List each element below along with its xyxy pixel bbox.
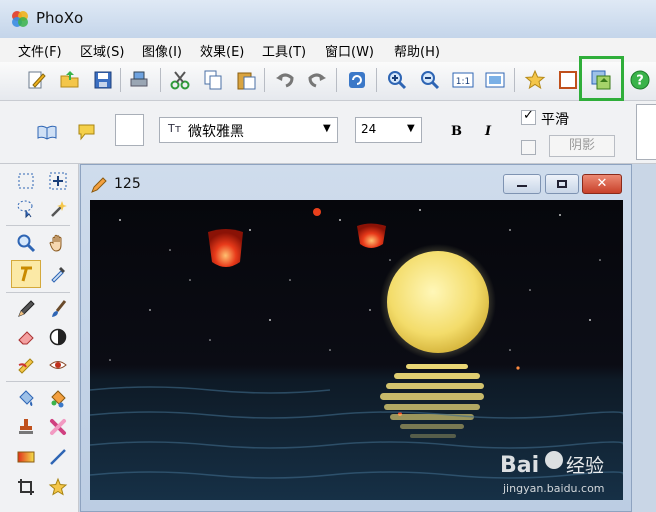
lasso-icon[interactable]	[13, 196, 39, 222]
scan-icon[interactable]	[125, 66, 153, 94]
italic-button[interactable]: I	[485, 124, 491, 139]
open-icon[interactable]	[56, 66, 84, 94]
minimize-button[interactable]	[503, 174, 541, 194]
contrast-icon[interactable]	[45, 324, 71, 350]
tool-separator	[6, 292, 70, 293]
highlight-box	[579, 56, 624, 101]
fit-window-icon[interactable]	[481, 66, 509, 94]
restore-button[interactable]	[545, 174, 579, 194]
main-toolbar: 1:1 ?	[0, 62, 656, 101]
image-canvas[interactable]: Bai 经验 jingyan.baidu.com	[90, 200, 623, 500]
font-select[interactable]: Tт 微软雅黑 ▼	[159, 117, 338, 143]
close-button[interactable]: ✕	[582, 174, 622, 194]
eraser-icon[interactable]	[13, 324, 39, 350]
pencil-doc-icon	[90, 176, 108, 194]
speech-bubble-icon[interactable]	[76, 123, 98, 141]
crop-icon[interactable]	[13, 474, 39, 500]
toolbar-separator	[120, 68, 121, 92]
tool-separator	[6, 225, 70, 226]
moon	[387, 251, 489, 353]
smooth-checkbox[interactable]: ✓	[521, 108, 536, 125]
menu-effect[interactable]: 效果(E)	[200, 41, 244, 60]
moon-lantern-image: Bai 经验 jingyan.baidu.com	[90, 200, 623, 500]
font-name: 微软雅黑	[188, 124, 244, 140]
rect-select-icon[interactable]	[13, 168, 39, 194]
toolbar-separator	[264, 68, 265, 92]
hand-icon[interactable]	[45, 230, 71, 256]
font-size-value: 24	[361, 122, 377, 136]
zoom-tool-icon[interactable]	[13, 230, 39, 256]
smudge-icon[interactable]	[13, 352, 39, 378]
eyedropper-icon[interactable]	[45, 260, 71, 286]
restore-icon	[557, 180, 567, 188]
watermark-cn: 经验	[566, 455, 604, 477]
bold-button[interactable]: B	[451, 124, 462, 139]
stamp-icon[interactable]	[13, 414, 39, 440]
favorite-icon[interactable]	[521, 66, 549, 94]
book-icon[interactable]	[36, 123, 58, 141]
undo-icon[interactable]	[271, 66, 299, 94]
menu-bar: 文件(F) 区域(S) 图像(I) 效果(E) 工具(T) 窗口(W) 帮助(H…	[0, 38, 656, 63]
check-icon: ✓	[523, 108, 534, 123]
help-label: ?	[636, 74, 644, 89]
color-swatch[interactable]	[115, 114, 144, 146]
text-tool-icon[interactable]	[11, 260, 41, 288]
tool-panel	[0, 164, 79, 512]
menu-help[interactable]: 帮助(H)	[394, 41, 440, 60]
refresh-icon[interactable]	[343, 66, 371, 94]
paw-icon	[545, 451, 563, 469]
app-logo-icon	[10, 9, 30, 29]
move-icon[interactable]	[45, 168, 71, 194]
pencil-icon[interactable]	[13, 296, 39, 322]
document-title: 125	[114, 176, 141, 192]
app-title: PhoXo	[36, 9, 84, 27]
menu-region[interactable]: 区域(S)	[80, 41, 124, 60]
font-type-icon: Tт	[168, 122, 182, 135]
help-icon[interactable]: ?	[626, 66, 654, 94]
menu-window[interactable]: 窗口(W)	[325, 41, 374, 60]
line-icon[interactable]	[45, 444, 71, 470]
heal-icon[interactable]	[45, 414, 71, 440]
red-eye-icon[interactable]	[45, 352, 71, 378]
fill-icon[interactable]	[13, 386, 39, 412]
stickers-icon[interactable]	[45, 474, 71, 500]
close-icon: ✕	[596, 176, 608, 191]
chevron-down-icon: ▼	[323, 123, 331, 134]
zoom-in-icon[interactable]	[383, 66, 411, 94]
cut-icon[interactable]	[166, 66, 194, 94]
magic-wand-icon[interactable]	[45, 196, 71, 222]
menu-tools[interactable]: 工具(T)	[262, 41, 306, 60]
watermark-text: Bai	[500, 453, 539, 478]
gradient-icon[interactable]	[13, 444, 39, 470]
color-fill-icon[interactable]	[45, 386, 71, 412]
toolbar-separator	[514, 68, 515, 92]
menu-file[interactable]: 文件(F)	[18, 41, 62, 60]
canvas-icon[interactable]	[554, 66, 582, 94]
toolbar-separator	[376, 68, 377, 92]
zoom-out-icon[interactable]	[416, 66, 444, 94]
toolbar-separator	[336, 68, 337, 92]
toolbar-separator	[160, 68, 161, 92]
watermark-url: jingyan.baidu.com	[502, 482, 605, 495]
paste-icon[interactable]	[232, 66, 260, 94]
redo-icon[interactable]	[303, 66, 331, 94]
text-options-bar: Tт 微软雅黑 ▼ 24 ▼ B I ✓ 平滑 阴影	[0, 101, 656, 164]
font-size-select[interactable]: 24 ▼	[355, 117, 422, 143]
shadow-checkbox[interactable]	[521, 140, 536, 155]
shadow-button[interactable]: 阴影	[549, 135, 615, 157]
smooth-label: 平滑	[541, 112, 569, 128]
copy-icon[interactable]	[199, 66, 227, 94]
actual-size-label: 1:1	[456, 77, 470, 87]
save-icon[interactable]	[89, 66, 117, 94]
tool-separator	[6, 381, 70, 382]
minimize-icon	[517, 185, 527, 187]
chevron-down-icon: ▼	[407, 123, 415, 134]
title-bar: PhoXo	[0, 0, 656, 39]
brush-icon[interactable]	[45, 296, 71, 322]
actual-size-icon[interactable]: 1:1	[449, 66, 477, 94]
menu-image[interactable]: 图像(I)	[142, 41, 182, 60]
new-icon[interactable]	[22, 66, 50, 94]
preview-panel	[636, 104, 656, 160]
